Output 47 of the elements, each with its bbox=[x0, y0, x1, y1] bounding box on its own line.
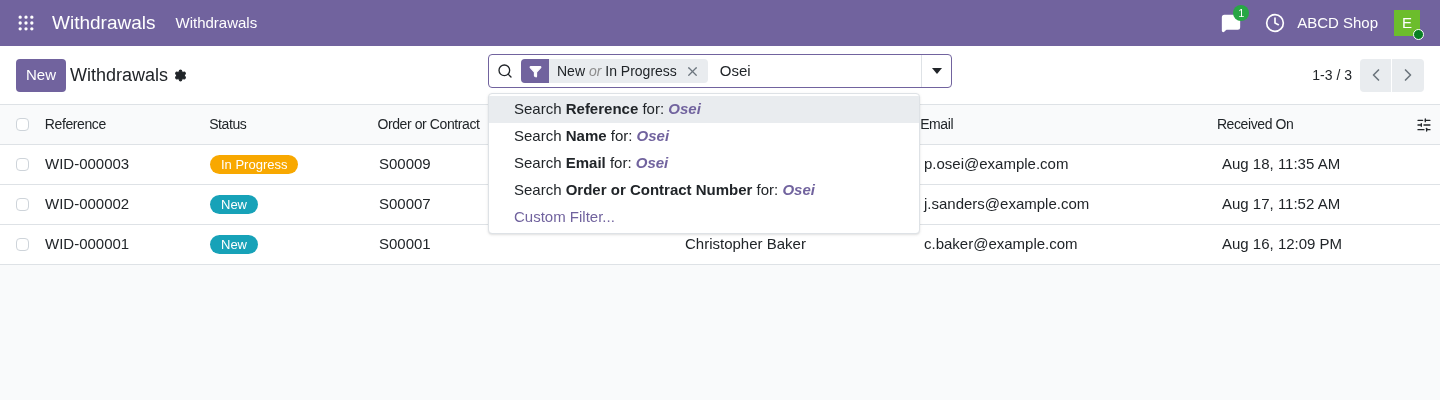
table-cell: Aug 17, 11:52 AM bbox=[1222, 195, 1341, 213]
table-cell: S00009 bbox=[379, 155, 431, 173]
row-checkbox[interactable] bbox=[16, 238, 29, 251]
search-suggestion[interactable]: Search Reference for: Osei bbox=[489, 96, 919, 123]
column-header[interactable]: Email bbox=[920, 116, 954, 133]
search-suggestion[interactable]: Search Email for: Osei bbox=[489, 150, 919, 177]
table-cell: c.baker@example.com bbox=[924, 235, 1078, 253]
status-badge: New bbox=[210, 235, 258, 255]
row-checkbox[interactable] bbox=[16, 198, 29, 211]
column-header[interactable]: Order or Contract bbox=[377, 116, 480, 133]
select-all-checkbox[interactable] bbox=[15, 118, 29, 131]
page-title: Withdrawals bbox=[70, 63, 169, 87]
table-cell: Aug 16, 12:09 PM bbox=[1222, 235, 1343, 253]
table-cell-text: Christopher Baker bbox=[685, 234, 806, 255]
facet-label: New or In Progress bbox=[557, 61, 677, 81]
table-cell: S00007 bbox=[379, 195, 431, 213]
column-header[interactable]: Status bbox=[209, 116, 247, 133]
table-cell: WID-000002 bbox=[45, 195, 130, 213]
message-count-badge: 1 bbox=[1233, 5, 1250, 21]
menu-item[interactable]: Withdrawals bbox=[175, 11, 258, 35]
activity-clock-icon[interactable] bbox=[1265, 13, 1286, 33]
table-cell: j.sanders@example.com bbox=[924, 195, 1090, 213]
optional-columns-icon[interactable] bbox=[1416, 116, 1432, 133]
column-header[interactable]: Received On bbox=[1216, 116, 1294, 133]
apps-menu-icon[interactable] bbox=[16, 13, 36, 33]
custom-filter-link[interactable]: Custom Filter... bbox=[489, 204, 919, 231]
dropdown-caret-icon[interactable] bbox=[931, 68, 942, 74]
row-checkbox[interactable] bbox=[16, 158, 29, 171]
search-input[interactable]: Osei bbox=[719, 59, 921, 83]
status-badge: New bbox=[210, 195, 258, 215]
table-cell: S00001 bbox=[379, 235, 431, 253]
search-suggestion[interactable]: Search Order or Contract Number for: Osei bbox=[489, 177, 919, 204]
search-suggestion[interactable]: Search Name for: Osei bbox=[489, 123, 919, 150]
table-cell: Aug 18, 11:35 AM bbox=[1222, 155, 1341, 173]
table-cell: WID-000001 bbox=[45, 235, 130, 253]
filter-icon bbox=[528, 64, 542, 78]
search-icon bbox=[497, 63, 513, 79]
company-name[interactable]: ABCD Shop bbox=[1297, 11, 1378, 35]
new-button[interactable]: New bbox=[16, 58, 66, 92]
table-cell: p.osei@example.com bbox=[924, 155, 1069, 173]
column-header[interactable]: Reference bbox=[44, 116, 106, 133]
pager-value[interactable]: 1-3 / 3 bbox=[1312, 64, 1352, 86]
table-cell: WID-000003 bbox=[45, 155, 130, 173]
app-title[interactable]: Withdrawals bbox=[52, 8, 156, 38]
settings-gear-icon[interactable] bbox=[174, 68, 188, 82]
search-field[interactable]: New or In Progress Osei bbox=[488, 54, 952, 88]
status-badge: In Progress bbox=[210, 155, 299, 175]
